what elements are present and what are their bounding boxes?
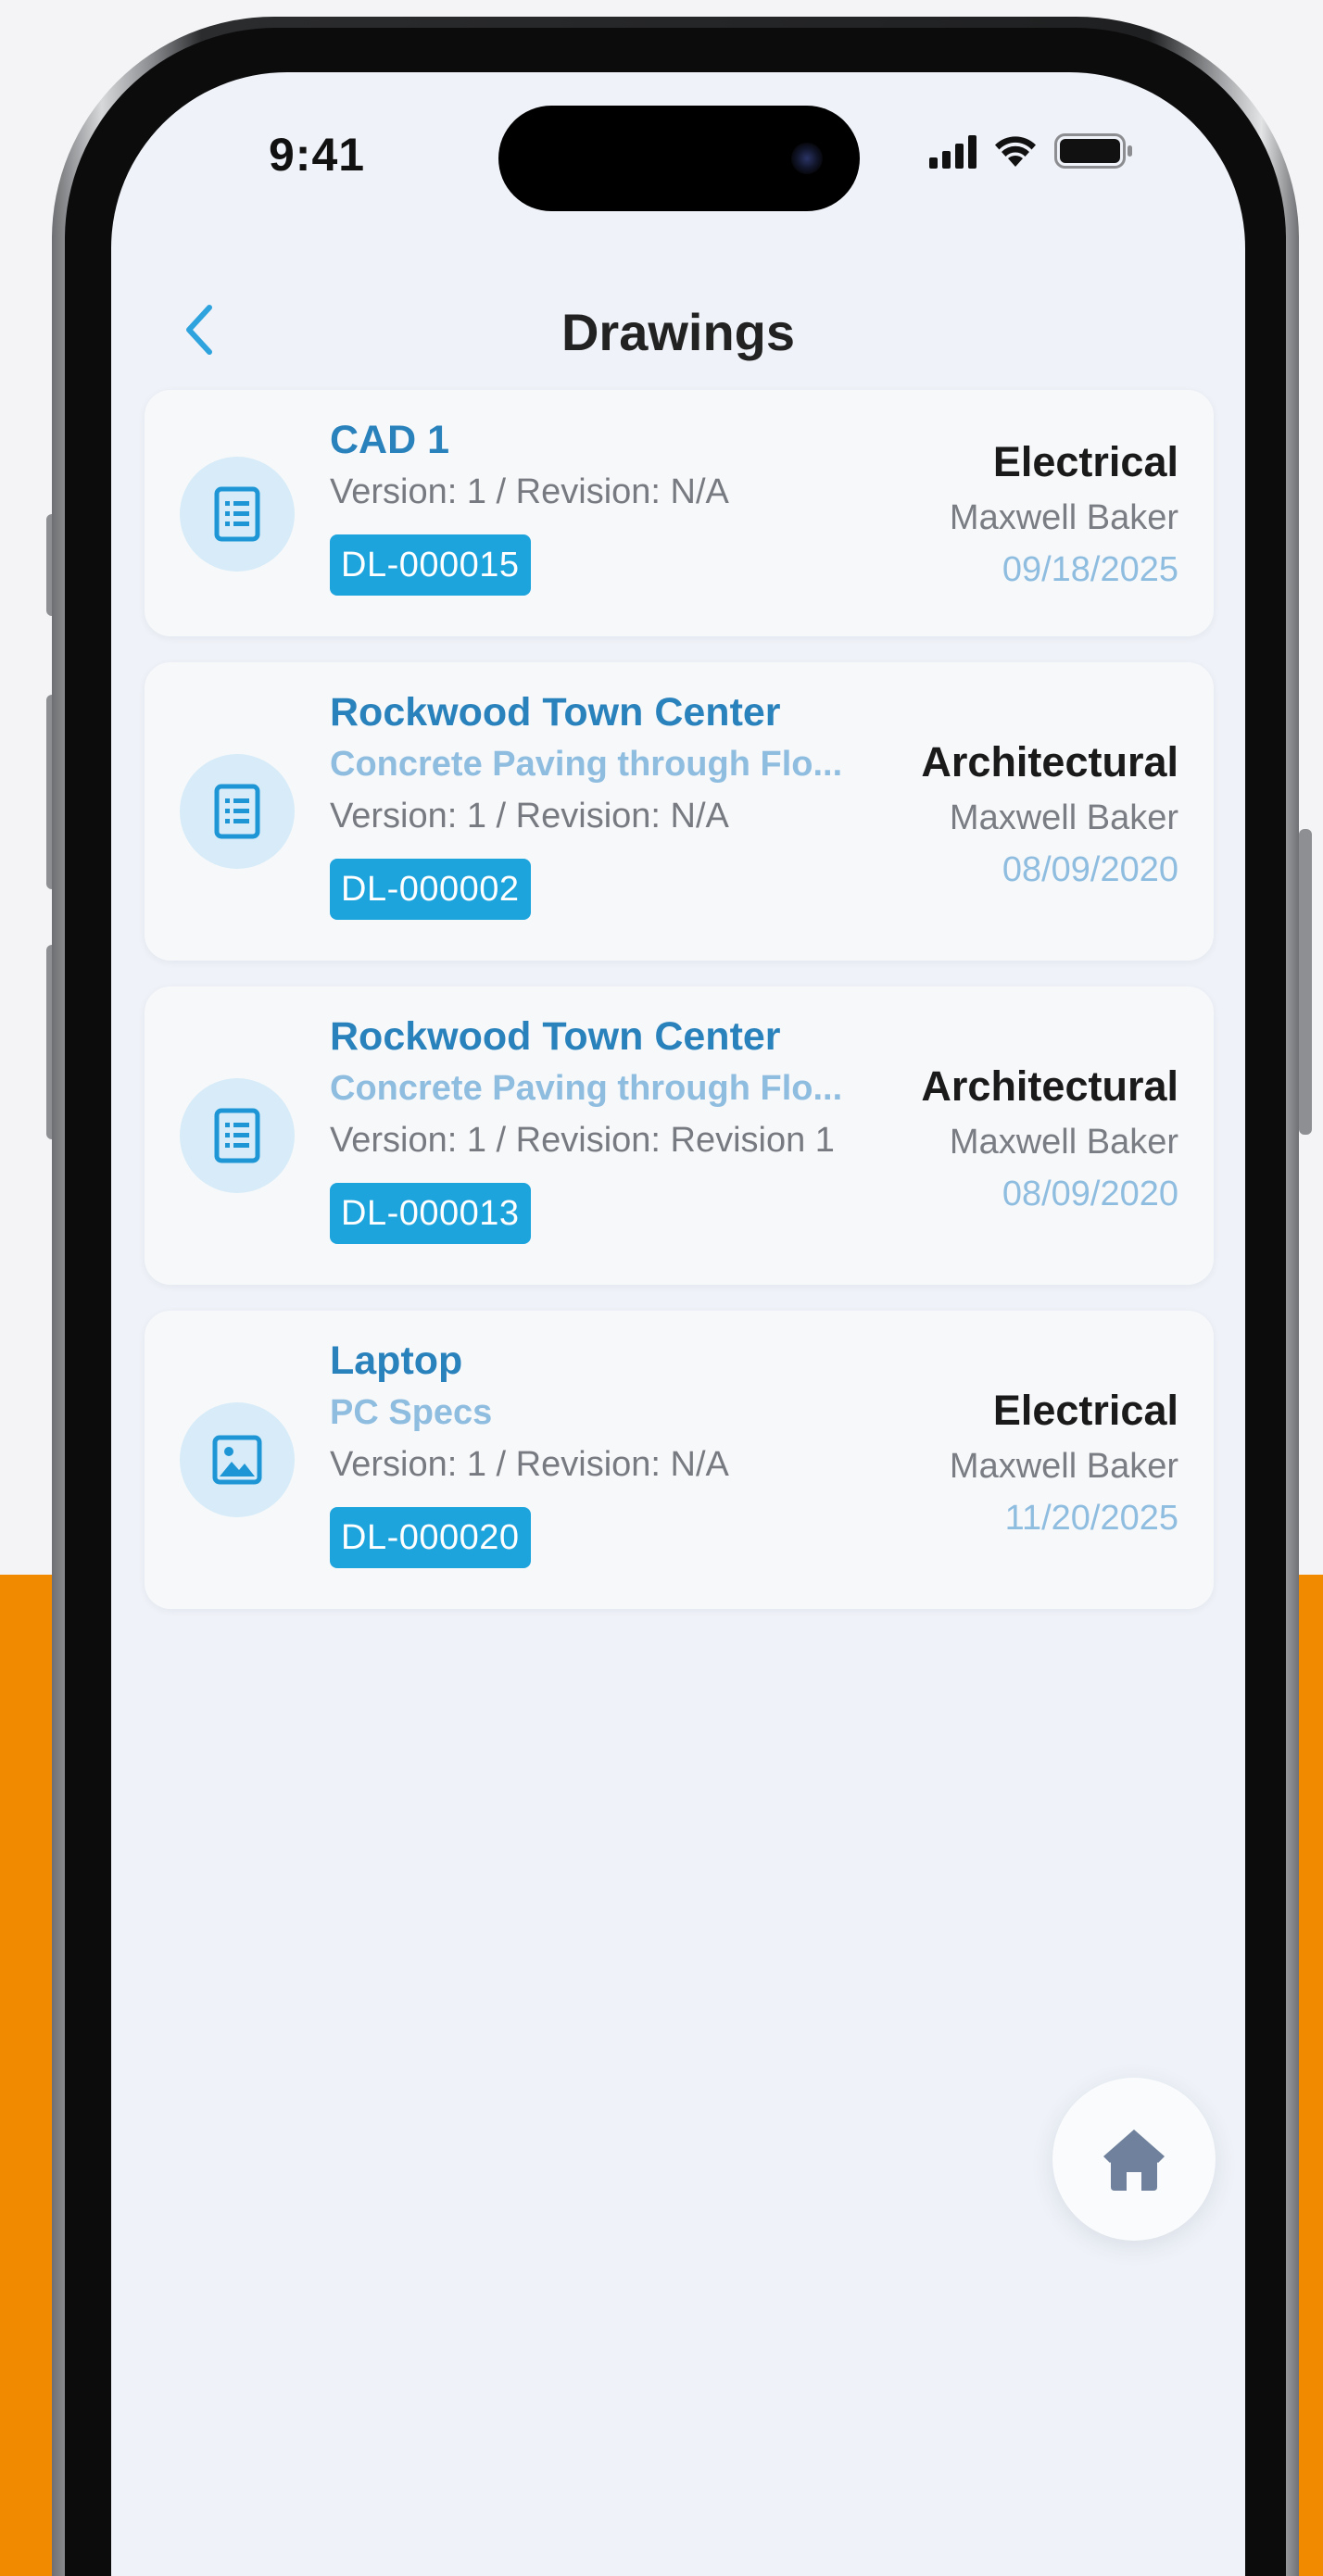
drawing-subtitle: Concrete Paving through Flo...	[330, 1069, 843, 1108]
drawing-type-badge	[180, 1078, 295, 1193]
drawing-type-badge	[180, 1402, 295, 1517]
drawing-meta: Architectural Maxwell Baker 08/09/2020	[921, 1057, 1178, 1220]
drawing-type-badge	[180, 754, 295, 869]
drawing-info: Rockwood Town Center Concrete Paving thr…	[330, 1011, 904, 1244]
drawing-author: Maxwell Baker	[949, 498, 1178, 537]
drawings-list: CAD 1 Version: 1 / Revision: N/A DL-0000…	[145, 390, 1214, 1635]
drawing-id-badge: DL-000020	[330, 1507, 531, 1568]
drawing-title: Rockwood Town Center	[330, 1014, 781, 1059]
document-icon	[214, 784, 260, 839]
drawing-id-badge: DL-000013	[330, 1183, 531, 1244]
drawing-discipline: Architectural	[921, 738, 1178, 785]
phone-screen: 9:41 Drawings CAD 1 Version: 1 / Revisio…	[111, 72, 1245, 2576]
drawing-date: 11/20/2025	[1004, 1499, 1178, 1538]
drawing-version: Version: 1 / Revision: N/A	[330, 472, 729, 511]
drawing-info: Laptop PC Specs Version: 1 / Revision: N…	[330, 1335, 904, 1568]
drawing-author: Maxwell Baker	[949, 1123, 1178, 1162]
drawing-info: CAD 1 Version: 1 / Revision: N/A DL-0000…	[330, 414, 904, 596]
drawing-card[interactable]: Rockwood Town Center Concrete Paving thr…	[145, 986, 1214, 1285]
drawing-meta: Electrical Maxwell Baker 09/18/2025	[950, 433, 1178, 596]
status-time: 9:41	[269, 129, 366, 181]
drawing-meta: Electrical Maxwell Baker 11/20/2025	[950, 1381, 1178, 1544]
cellular-signal-icon	[929, 135, 976, 169]
wifi-icon	[995, 136, 1036, 167]
home-button[interactable]	[1052, 2078, 1216, 2241]
drawing-version: Version: 1 / Revision: N/A	[330, 1445, 729, 1484]
drawing-card[interactable]: Rockwood Town Center Concrete Paving thr…	[145, 662, 1214, 961]
dynamic-island	[498, 106, 860, 211]
drawing-title: CAD 1	[330, 418, 450, 462]
drawing-discipline: Electrical	[992, 438, 1178, 485]
drawing-discipline: Electrical	[992, 1387, 1178, 1434]
drawing-card[interactable]: Laptop PC Specs Version: 1 / Revision: N…	[145, 1311, 1214, 1609]
drawing-subtitle: PC Specs	[330, 1393, 493, 1432]
drawing-author: Maxwell Baker	[949, 1447, 1178, 1486]
drawing-author: Maxwell Baker	[949, 798, 1178, 837]
drawing-info: Rockwood Town Center Concrete Paving thr…	[330, 686, 904, 920]
image-icon	[212, 1435, 262, 1485]
drawing-card[interactable]: CAD 1 Version: 1 / Revision: N/A DL-0000…	[145, 390, 1214, 636]
drawing-type-badge	[180, 457, 295, 572]
drawing-meta: Architectural Maxwell Baker 08/09/2020	[921, 733, 1178, 896]
battery-icon	[1054, 133, 1132, 169]
document-icon	[214, 1108, 260, 1163]
drawing-version: Version: 1 / Revision: N/A	[330, 797, 729, 836]
drawing-date: 09/18/2025	[1002, 550, 1178, 589]
page-title: Drawings	[561, 303, 796, 361]
drawing-title: Laptop	[330, 1338, 463, 1383]
camera-icon	[791, 143, 823, 174]
drawing-version: Version: 1 / Revision: Revision 1	[330, 1121, 835, 1160]
marketing-stage: 9:41 Drawings CAD 1 Version: 1 / Revisio…	[0, 0, 1323, 2576]
home-icon	[1103, 2130, 1165, 2191]
drawing-subtitle: Concrete Paving through Flo...	[330, 745, 843, 784]
drawing-id-badge: DL-000015	[330, 534, 531, 596]
drawing-discipline: Architectural	[921, 1062, 1178, 1110]
power-button	[1299, 829, 1312, 1135]
drawing-title: Rockwood Town Center	[330, 690, 781, 735]
document-icon	[214, 486, 260, 542]
drawing-date: 08/09/2020	[1002, 1175, 1178, 1213]
status-icons	[929, 133, 1134, 169]
drawing-id-badge: DL-000002	[330, 859, 531, 920]
status-bar: 9:41	[111, 72, 1245, 211]
navigation-bar: Drawings	[111, 276, 1245, 387]
drawing-date: 08/09/2020	[1002, 850, 1178, 889]
